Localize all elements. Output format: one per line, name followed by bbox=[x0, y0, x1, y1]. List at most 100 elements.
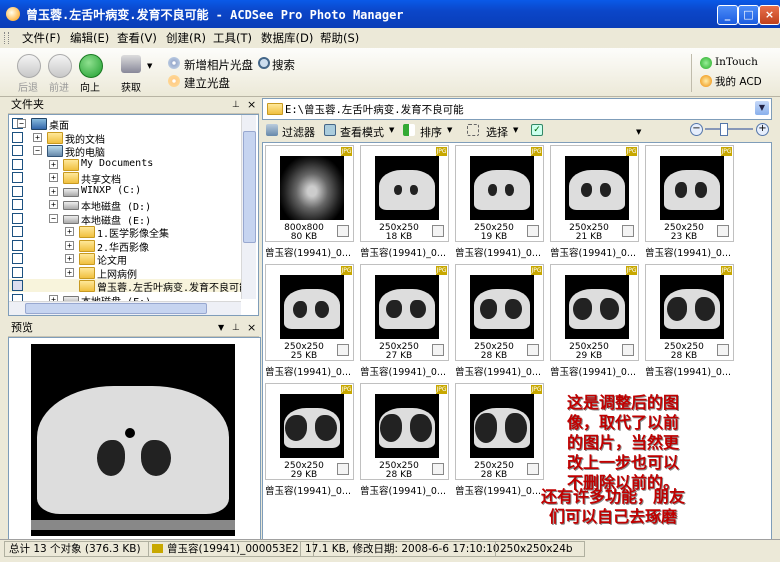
thumbnail[interactable]: JPG 250x250 28 KB bbox=[360, 383, 449, 480]
menu-edit[interactable]: 编辑(E) bbox=[70, 30, 109, 46]
thumbnail[interactable]: JPG 250x250 23 KB bbox=[645, 145, 734, 242]
tree-item[interactable]: + 论文用 bbox=[9, 252, 241, 267]
forward-label[interactable]: 前进 bbox=[49, 79, 69, 94]
thumbnail-filename[interactable]: 曾玉容(19941)_0... bbox=[645, 245, 731, 259]
thumbnail-filename[interactable]: 曾玉容(19941)_0... bbox=[360, 245, 446, 259]
menu-database[interactable]: 数据库(D) bbox=[261, 30, 313, 46]
thumbnail-checkbox[interactable] bbox=[527, 225, 539, 237]
view-mode-button[interactable]: 查看模式 bbox=[340, 124, 384, 140]
thumbnail-filename[interactable]: 曾玉容(19941)_0... bbox=[645, 364, 731, 378]
thumbnail-filename[interactable]: 曾玉容(19941)_0... bbox=[360, 483, 446, 497]
thumbnail-filename[interactable]: 曾玉容(19941)_0... bbox=[550, 364, 636, 378]
thumbnail[interactable]: JPG 250x250 28 KB bbox=[455, 383, 544, 480]
tree-checkbox[interactable] bbox=[12, 185, 23, 197]
thumbnail[interactable]: JPG 250x250 28 KB bbox=[455, 264, 544, 361]
close-pane-icon[interactable]: × bbox=[247, 97, 256, 113]
expand-toggle-icon[interactable]: + bbox=[49, 186, 58, 196]
expand-toggle-icon[interactable]: + bbox=[65, 227, 74, 236]
tree-item-label[interactable]: My Documents bbox=[81, 158, 153, 169]
thumbnail-filename[interactable]: 曾玉容(19941)_0... bbox=[265, 364, 351, 378]
thumbnail[interactable]: JPG 250x250 29 KB bbox=[550, 264, 639, 361]
filter-button[interactable]: 过滤器 bbox=[282, 124, 315, 140]
create-disc-button[interactable]: 建立光盘 bbox=[184, 75, 230, 91]
up-label[interactable]: 向上 bbox=[80, 79, 100, 94]
tree-item[interactable]: + 共享文档 bbox=[9, 171, 241, 186]
tree-checkbox[interactable] bbox=[12, 199, 23, 210]
tree-checkbox[interactable] bbox=[12, 172, 23, 183]
sort-dropdown-icon[interactable]: ▼ bbox=[447, 126, 452, 134]
menu-file[interactable]: 文件(F) bbox=[22, 30, 61, 46]
expand-toggle-icon[interactable]: − bbox=[33, 146, 42, 155]
tree-checkbox[interactable] bbox=[12, 280, 23, 291]
tree-item[interactable]: − 本地磁盘 (E:) bbox=[9, 212, 241, 227]
view-mode-dropdown-icon[interactable]: ▼ bbox=[389, 126, 394, 134]
minimize-button[interactable]: _ bbox=[717, 5, 738, 25]
address-bar[interactable]: E:\曾玉蓉.左舌叶病变.发育不良可能 ▼ bbox=[262, 98, 772, 120]
tree-checkbox[interactable] bbox=[12, 266, 23, 278]
menu-tools[interactable]: 工具(T) bbox=[213, 30, 252, 46]
menu-help[interactable]: 帮助(S) bbox=[320, 30, 359, 46]
intouch-button[interactable]: InTouch bbox=[715, 56, 758, 68]
thumbnail-filename[interactable]: 曾玉容(19941)_0... bbox=[455, 364, 541, 378]
thumbnail[interactable]: JPG 250x250 28 KB bbox=[645, 264, 734, 361]
pin-icon[interactable]: ⊥ bbox=[232, 97, 240, 113]
thumbnail-checkbox[interactable] bbox=[337, 463, 349, 475]
tree-item[interactable]: 曾玉蓉.左舌叶病变.发育不良可能 bbox=[9, 279, 249, 294]
title-bar[interactable]: 曾玉蓉.左舌叶病变.发育不良可能 - ACDSee Pro Photo Mana… bbox=[0, 0, 780, 28]
tree-item[interactable]: + My Documents bbox=[9, 158, 241, 171]
expand-toggle-icon[interactable]: + bbox=[65, 254, 74, 263]
preview-close-icon[interactable]: × bbox=[247, 320, 256, 336]
forward-icon[interactable] bbox=[48, 54, 72, 78]
tree-checkbox[interactable] bbox=[12, 145, 23, 156]
expand-toggle-icon[interactable]: + bbox=[65, 240, 74, 250]
my-acd-button[interactable]: 我的 ACD bbox=[715, 74, 762, 89]
address-dropdown-icon[interactable]: ▼ bbox=[755, 101, 769, 115]
tree-item-label[interactable]: WINXP (C:) bbox=[81, 185, 141, 196]
expand-toggle-icon[interactable]: + bbox=[33, 132, 42, 142]
tree-checkbox[interactable] bbox=[12, 131, 23, 143]
select-button[interactable]: 选择 bbox=[486, 124, 508, 140]
tree-checkbox[interactable] bbox=[12, 212, 23, 224]
thumbnail[interactable]: JPG 800x800 80 KB bbox=[265, 145, 354, 242]
back-label[interactable]: 后退 bbox=[18, 79, 38, 94]
thumbnail[interactable]: JPG 250x250 29 KB bbox=[265, 383, 354, 480]
acquire-dropdown-icon[interactable]: ▼ bbox=[147, 62, 152, 70]
preview-dropdown-icon[interactable]: ▼ bbox=[218, 320, 224, 336]
thumbnail-checkbox[interactable] bbox=[622, 344, 634, 356]
thumbnail[interactable]: JPG 250x250 19 KB bbox=[455, 145, 544, 242]
search-button[interactable]: 搜索 bbox=[272, 57, 295, 73]
tree-checkbox[interactable] bbox=[12, 253, 23, 264]
tree-item[interactable]: +1.医学影像全集 bbox=[9, 225, 241, 240]
scrollbar-thumb[interactable] bbox=[243, 131, 256, 243]
checkbox-icon[interactable]: ✓ bbox=[531, 124, 543, 136]
thumbnail-checkbox[interactable] bbox=[717, 344, 729, 356]
up-arrow-icon[interactable] bbox=[79, 54, 103, 78]
preview-pin-icon[interactable]: ⊥ bbox=[232, 320, 240, 336]
thumbnail-filename[interactable]: 曾玉容(19941)_0... bbox=[360, 364, 446, 378]
thumbnail-filename[interactable]: 曾玉容(19941)_0... bbox=[455, 483, 541, 497]
thumbnail-filename[interactable]: 曾玉容(19941)_0... bbox=[265, 483, 351, 497]
tree-item[interactable]: + 上网病例 bbox=[9, 266, 241, 281]
tree-item[interactable]: − 桌面 bbox=[9, 117, 241, 132]
acquire-label[interactable]: 获取 bbox=[121, 79, 141, 94]
expand-toggle-icon[interactable]: + bbox=[65, 267, 74, 277]
expand-toggle-icon[interactable]: − bbox=[49, 213, 58, 223]
back-icon[interactable] bbox=[17, 54, 41, 78]
thumbnail-checkbox[interactable] bbox=[432, 463, 444, 475]
sort-button[interactable]: 排序 bbox=[420, 124, 442, 140]
tree-horizontal-scrollbar[interactable] bbox=[9, 301, 241, 315]
address-path[interactable]: E:\曾玉蓉.左舌叶病变.发育不良可能 bbox=[285, 102, 464, 117]
menu-create[interactable]: 创建(R) bbox=[166, 30, 206, 46]
maximize-button[interactable]: □ bbox=[738, 5, 759, 25]
thumbnail[interactable]: JPG 250x250 18 KB bbox=[360, 145, 449, 242]
thumbnail-checkbox[interactable] bbox=[432, 225, 444, 237]
tree-checkbox[interactable] bbox=[12, 226, 23, 237]
zoom-slider[interactable] bbox=[705, 128, 753, 130]
thumbnail-filename[interactable]: 曾玉容(19941)_0... bbox=[550, 245, 636, 259]
camera-icon[interactable] bbox=[121, 55, 141, 73]
thumbnail[interactable]: JPG 250x250 25 KB bbox=[265, 264, 354, 361]
folder-tree[interactable]: − 桌面 + 我的文档 − 我的电脑 + My Documents + 共享文档 + WINXP (C… bbox=[8, 114, 259, 316]
thumbnail-checkbox[interactable] bbox=[717, 225, 729, 237]
tree-checkbox[interactable] bbox=[12, 158, 23, 170]
thumbnail-filename[interactable]: 曾玉容(19941)_0... bbox=[265, 245, 351, 259]
